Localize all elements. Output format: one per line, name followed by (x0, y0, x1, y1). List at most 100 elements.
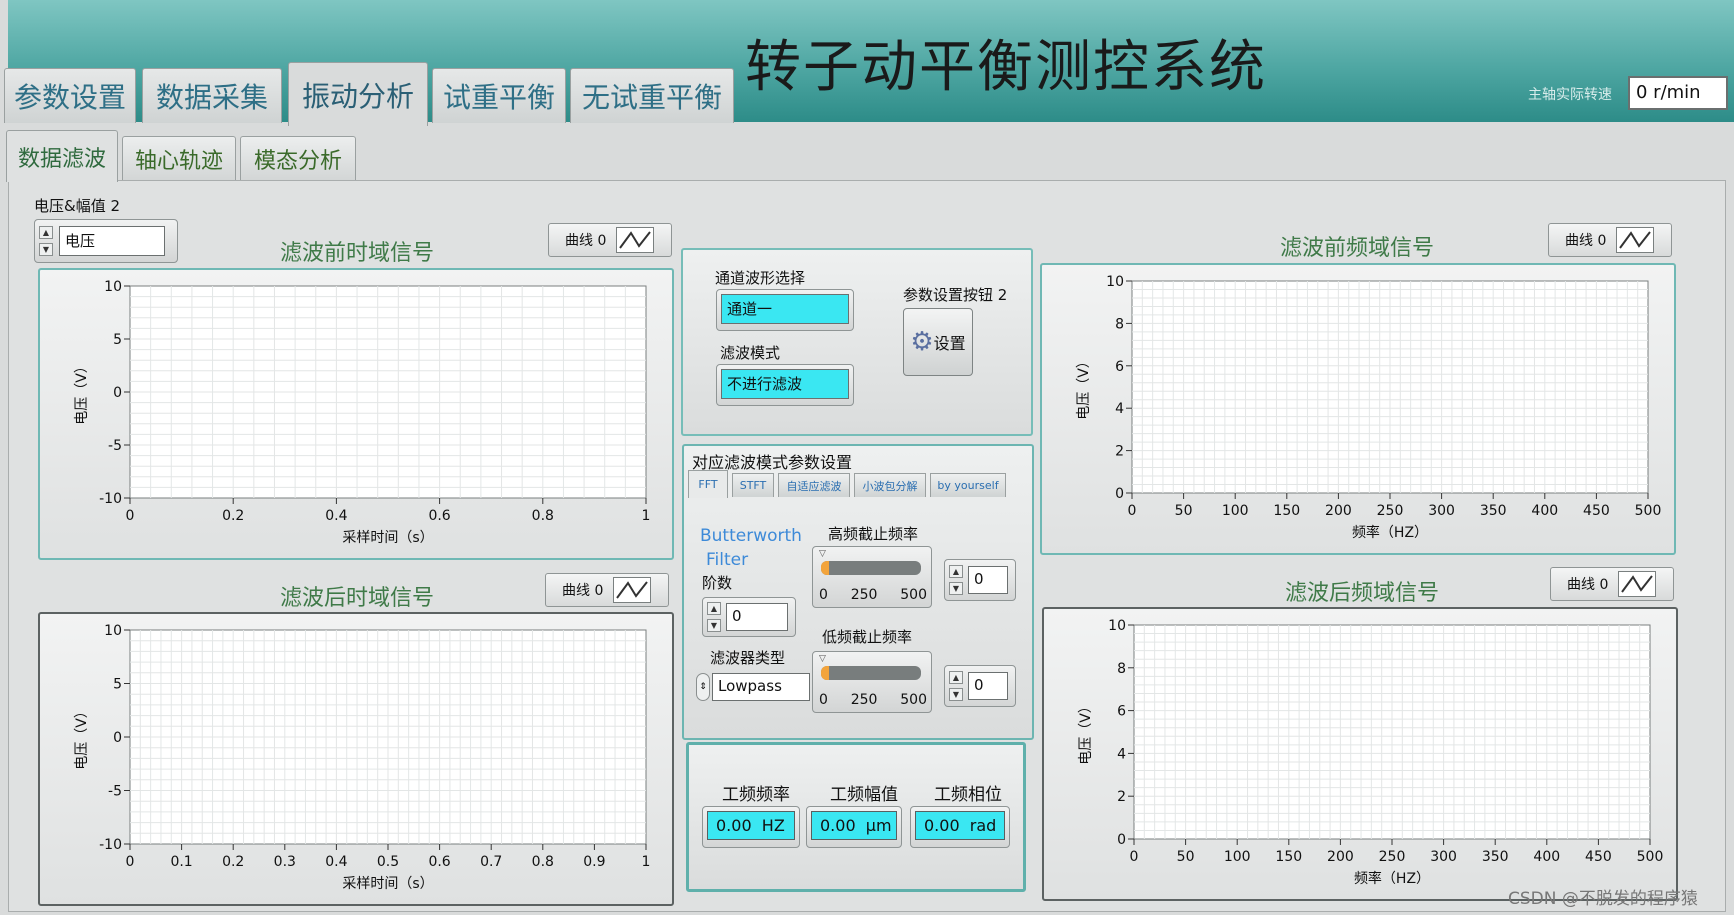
high-cutoff-spinner[interactable]: ▲ ▼ (949, 565, 965, 595)
chart-title-pre-time: 滤波前时域信号 (280, 241, 435, 266)
tab-by-yourself[interactable]: by yourself (930, 473, 1006, 497)
x-tick-label: 100 (1224, 849, 1251, 865)
tab-label: FFT (698, 478, 718, 491)
chart-title-pre-freq: 滤波前频域信号 (1280, 236, 1435, 261)
power-phase-display: 0.00 rad (910, 806, 1010, 848)
tab-data-acquisition[interactable]: 数据采集 (142, 68, 282, 123)
plot-legend-post-time[interactable]: 曲线 0 (545, 573, 669, 607)
waveform-icon (1616, 227, 1655, 253)
low-cutoff-input[interactable]: ▲ ▼ 0 (944, 665, 1016, 707)
x-tick-label: 150 (1273, 503, 1300, 519)
down-arrow-icon[interactable]: ▼ (39, 243, 53, 256)
chart-post-freq[interactable]: 0 50 100 150 200 250 300 350 400 450 500 10 8 6 4 2 0 频率（… (1042, 607, 1678, 901)
down-arrow-icon[interactable]: ▼ (949, 582, 963, 595)
selector-value: 电压 (59, 226, 165, 256)
chart-svg: 0 0.1 0.2 0.3 0.4 0.5 0.6 0.7 0.8 0.9 1 10 5 0 -5 -10 采样… (74, 623, 650, 892)
chart-post-time[interactable]: 0 0.1 0.2 0.3 0.4 0.5 0.6 0.7 0.8 0.9 1 10 5 0 -5 -10 采样… (38, 612, 674, 906)
chart-pre-time[interactable]: 0 0.2 0.4 0.6 0.8 1 10 5 0 -5 -10 采样时间（s） 电压（V） (38, 268, 674, 560)
legend-label: 曲线 0 (1565, 233, 1607, 249)
x-tick-label: 0.4 (325, 854, 347, 870)
chart-title-post-time: 滤波后时域信号 (280, 586, 435, 611)
slider-track[interactable] (821, 666, 921, 680)
order-spinner[interactable]: ▲ ▼ (707, 602, 723, 632)
tab-wavelet-packet[interactable]: 小波包分解 (854, 473, 926, 497)
slider-scale: 0 250 500 (819, 692, 927, 708)
filter-mode-value: 不进行滤波 (721, 369, 849, 399)
tab-data-filtering[interactable]: 数据滤波 (6, 130, 118, 182)
x-tick-label: 0.2 (222, 854, 244, 870)
waveform-icon (1618, 571, 1657, 597)
x-tick-label: 0.9 (583, 854, 605, 870)
tab-label: 轴心轨迹 (134, 148, 223, 174)
tab-vibration-analysis[interactable]: 振动分析 (288, 62, 428, 126)
low-cutoff-spinner[interactable]: ▲ ▼ (949, 671, 965, 701)
x-tick-label: 0.8 (532, 508, 554, 524)
plot-legend-post-freq[interactable]: 曲线 0 (1550, 567, 1674, 601)
tab-param-settings[interactable]: 参数设置 (4, 68, 136, 123)
enum-spinner-icon[interactable]: ⇕ (696, 673, 710, 701)
high-cutoff-slider[interactable]: ▽ 0 250 500 (812, 546, 932, 608)
tab-label: 参数设置 (13, 81, 126, 114)
y-tick-label: 8 (1115, 316, 1124, 332)
y-tick-label: 8 (1117, 661, 1126, 677)
order-value: 0 (726, 603, 788, 631)
chart-svg: 0 50 100 150 200 250 300 350 400 450 500 10 8 6 4 2 0 频率（… (1078, 618, 1663, 887)
channel-select[interactable]: 通道一 (716, 289, 854, 331)
tick-label: 250 (850, 692, 878, 708)
tab-label: 试重平衡 (442, 81, 555, 114)
x-tick-label: 400 (1531, 503, 1558, 519)
tab-trial-weight-balance[interactable]: 试重平衡 (432, 68, 566, 123)
up-arrow-icon[interactable]: ▲ (39, 226, 53, 239)
down-arrow-icon[interactable]: ▼ (949, 688, 963, 701)
y-tick-label: 2 (1115, 444, 1124, 460)
power-freq-value: 0.00 (716, 816, 752, 835)
tab-axis-orbit[interactable]: 轴心轨迹 (122, 136, 236, 180)
filter-mode-select[interactable]: 不进行滤波 (716, 364, 854, 406)
slider-fill (821, 666, 829, 680)
y-tick-label: -10 (99, 837, 122, 853)
tab-modal-analysis[interactable]: 模态分析 (240, 136, 356, 180)
slider-track[interactable] (821, 561, 921, 575)
x-tick-label: 200 (1325, 503, 1352, 519)
filter-type-value: Lowpass (712, 673, 810, 701)
settings-button[interactable]: ⚙ 设置 (903, 308, 973, 376)
ring-spinner[interactable]: ▲ ▼ (39, 226, 55, 256)
power-phase-unit: rad (969, 816, 997, 835)
plot-legend-pre-freq[interactable]: 曲线 0 (1548, 223, 1672, 257)
high-cutoff-input[interactable]: ▲ ▼ 0 (944, 559, 1016, 601)
tab-label: 小波包分解 (862, 479, 918, 493)
y-tick-label: -10 (99, 491, 122, 507)
filter-type-select[interactable]: ⇕ Lowpass (696, 670, 812, 704)
spindle-speed-display: 0 r/min (1628, 76, 1728, 110)
low-cutoff-label: 低频截止频率 (822, 628, 913, 646)
slider-fill (821, 561, 829, 575)
tab-fft[interactable]: FFT (688, 470, 728, 498)
slider-handle-icon[interactable]: ▽ (819, 549, 826, 559)
tab-label: 数据采集 (155, 81, 268, 114)
up-arrow-icon[interactable]: ▲ (707, 602, 721, 615)
order-input[interactable]: ▲ ▼ 0 (702, 597, 796, 637)
watermark: CSDN @不脱发的程序猿 (1508, 889, 1698, 909)
slider-handle-icon[interactable]: ▽ (819, 654, 826, 664)
x-tick-label: 0.1 (170, 854, 192, 870)
voltage-amplitude-selector[interactable]: ▲ ▼ 电压 (34, 219, 178, 263)
x-tick-label: 300 (1428, 503, 1455, 519)
x-tick-label: 0.3 (274, 854, 296, 870)
x-tick-label: 450 (1585, 849, 1612, 865)
x-axis-label: 频率（HZ） (1354, 870, 1430, 887)
settings-button-label: 设置 (933, 334, 966, 353)
x-tick-label: 150 (1275, 849, 1302, 865)
plot-legend-pre-time[interactable]: 曲线 0 (548, 223, 672, 257)
spindle-speed-label: 主轴实际转速 (1528, 87, 1612, 103)
chart-pre-freq[interactable]: 0 50 100 150 200 250 300 350 400 450 500 10 8 6 4 2 0 频率（… (1040, 263, 1676, 555)
tab-stft[interactable]: STFT (732, 473, 774, 497)
low-cutoff-slider[interactable]: ▽ 0 250 500 (812, 651, 932, 713)
down-arrow-icon[interactable]: ▼ (707, 619, 721, 632)
channel-select-value: 通道一 (721, 294, 849, 324)
tab-no-trial-weight-balance[interactable]: 无试重平衡 (570, 68, 734, 123)
power-phase-field: 0.00 rad (915, 811, 1005, 840)
x-tick-label: 1 (642, 508, 651, 524)
up-arrow-icon[interactable]: ▲ (949, 565, 963, 578)
tab-adaptive-filter[interactable]: 自适应滤波 (778, 473, 850, 497)
up-arrow-icon[interactable]: ▲ (949, 671, 963, 684)
